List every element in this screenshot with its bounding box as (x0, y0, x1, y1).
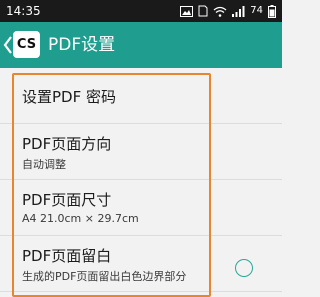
setting-subtitle: 生成的PDF页面留出白色边界部分 (22, 270, 187, 283)
setting-pdf-margin[interactable]: PDF页面留白 生成的PDF页面留出白色边界部分 (0, 236, 282, 292)
app-logo[interactable]: CS (13, 31, 40, 58)
sim-icon (198, 5, 208, 17)
status-bar: 14:35 74 (0, 0, 282, 22)
battery-icon (268, 4, 276, 18)
battery-level: 74 (250, 5, 263, 16)
setting-subtitle: A4 21.0cm × 29.7cm (22, 212, 139, 225)
setting-title: PDF页面方向 (22, 135, 112, 153)
status-icons: 74 (180, 0, 276, 22)
status-time: 14:35 (6, 4, 41, 18)
setting-title: PDF页面尺寸 (22, 191, 112, 209)
setting-title: 设置PDF 密码 (22, 88, 116, 106)
setting-title: PDF页面留白 (22, 247, 112, 265)
setting-pdf-password[interactable]: 设置PDF 密码 (0, 68, 282, 124)
signal-icon (232, 5, 245, 17)
wifi-icon (213, 6, 227, 17)
app-bar: CS PDF设置 (0, 22, 282, 68)
setting-pdf-orientation[interactable]: PDF页面方向 自动调整 (0, 124, 282, 180)
setting-subtitle: 自动调整 (22, 158, 66, 171)
image-icon (180, 5, 194, 17)
page-title: PDF设置 (48, 35, 116, 55)
margin-radio-button[interactable] (235, 259, 253, 277)
setting-pdf-page-size[interactable]: PDF页面尺寸 A4 21.0cm × 29.7cm (0, 180, 282, 236)
settings-list: 设置PDF 密码 PDF页面方向 自动调整 PDF页面尺寸 A4 21.0cm … (0, 68, 282, 292)
